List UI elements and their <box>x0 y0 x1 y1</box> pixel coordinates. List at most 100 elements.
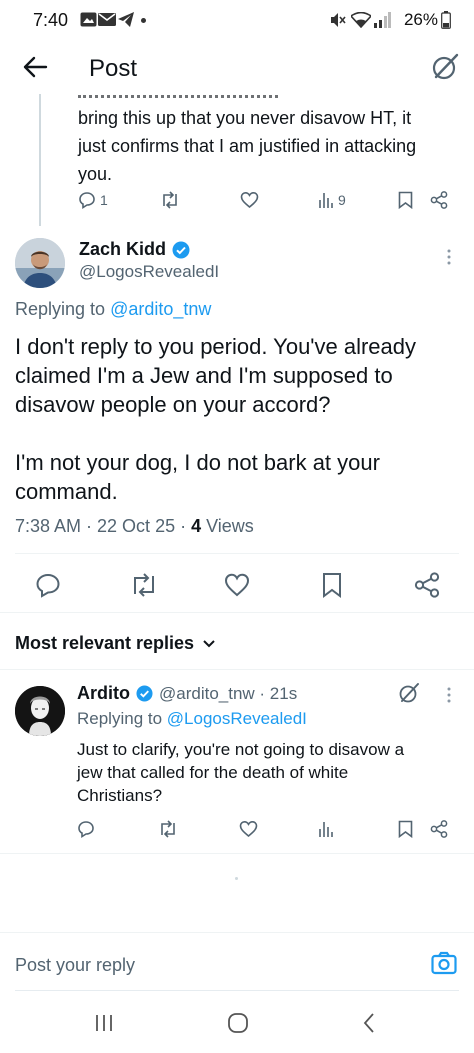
camera-icon[interactable] <box>431 951 457 975</box>
bookmark-icon <box>398 191 413 209</box>
replying-to-handle-link[interactable]: @ardito_tnw <box>110 299 211 319</box>
reply-line: Just to clarify, you're not going to dis… <box>77 740 405 759</box>
share-icon <box>430 820 448 838</box>
status-time: 7:40 <box>33 10 69 30</box>
chevron-down-icon <box>203 639 215 647</box>
grok-icon[interactable] <box>398 682 420 704</box>
main-post-actions <box>0 565 474 605</box>
replying-to-label: Replying to <box>77 709 167 728</box>
grok-icon[interactable] <box>430 52 460 82</box>
home-icon[interactable] <box>227 1012 249 1034</box>
verified-badge-icon <box>172 241 190 258</box>
reply-icon <box>78 821 94 838</box>
previous-post-line: bring this up that you never disavow HT,… <box>78 108 412 128</box>
reply-icon <box>79 192 95 209</box>
reply-replying-to-line: Replying to @LogosRevealedI <box>77 709 307 729</box>
share-button[interactable] <box>430 820 448 838</box>
share-button[interactable] <box>430 191 448 209</box>
reply-author-name[interactable]: Ardito <box>77 683 130 704</box>
gallery-notification-icon <box>80 12 97 27</box>
reply-button[interactable] <box>77 820 95 838</box>
replies-sort-dropdown[interactable]: Most relevant replies <box>15 633 216 654</box>
reply-count: 1 <box>100 192 108 208</box>
main-post-line: I don't reply to you period. You've alre… <box>15 334 417 359</box>
reply-author-row[interactable]: Ardito @ardito_tnw · 21s <box>77 683 297 704</box>
views-icon <box>319 822 333 837</box>
telegram-notification-icon <box>118 12 134 27</box>
verified-badge-icon <box>136 685 153 702</box>
post-views-count: 4 <box>191 516 202 536</box>
main-post-line: command. <box>15 479 118 504</box>
bookmark-button[interactable] <box>322 572 342 598</box>
bookmark-button[interactable] <box>398 820 413 838</box>
main-post-text: I don't reply to you period. You've alre… <box>15 332 460 506</box>
share-button[interactable] <box>414 572 440 598</box>
previous-post-line: you. <box>78 164 113 184</box>
post-timestamp: 7:38 AM · 22 Oct 25 · <box>15 516 192 536</box>
main-post-line: I'm not your dog, I do not bark at your <box>15 450 380 475</box>
like-button[interactable] <box>239 820 258 838</box>
views-count: 9 <box>338 192 346 208</box>
author-handle[interactable]: @LogosRevealedI <box>79 262 219 282</box>
repost-icon <box>161 820 175 838</box>
repost-button[interactable] <box>158 820 178 838</box>
clipped-text-fragment <box>78 92 318 100</box>
replies-sort-label: Most relevant replies <box>15 633 195 653</box>
share-icon <box>430 191 448 209</box>
main-post-blank-line <box>15 419 460 448</box>
reply-author-handle[interactable]: @ardito_tnw · 21s <box>159 684 297 704</box>
repost-button[interactable] <box>160 191 180 209</box>
previous-post-actions: 1 9 <box>0 188 474 218</box>
previous-post-text: bring this up that you never disavow HT,… <box>78 104 458 188</box>
mail-notification-icon <box>98 13 116 26</box>
reply-icon <box>36 573 60 598</box>
heart-icon <box>224 573 250 597</box>
main-post-line: disavow people on your accord? <box>15 392 331 417</box>
heart-icon <box>239 820 258 838</box>
system-back-icon[interactable] <box>362 1012 376 1034</box>
divider <box>0 669 474 670</box>
wifi-icon <box>351 12 371 28</box>
reply-actions <box>0 816 474 846</box>
bookmark-icon <box>398 820 413 838</box>
reply-button[interactable] <box>35 572 61 598</box>
battery-percentage: 26% <box>403 10 438 29</box>
divider <box>0 853 474 854</box>
reply-line: Christians? <box>77 786 163 805</box>
views-button[interactable]: 9 <box>318 191 346 209</box>
replying-to-handle-link[interactable]: @LogosRevealedI <box>167 709 307 728</box>
author-name-row[interactable]: Zach Kidd <box>79 239 190 260</box>
battery-icon <box>441 11 451 29</box>
more-options-icon[interactable] <box>446 686 452 704</box>
author-name[interactable]: Zach Kidd <box>79 239 166 260</box>
signal-icon <box>373 12 391 28</box>
zach-kidd-avatar[interactable] <box>15 238 65 288</box>
replying-to-line: Replying to @ardito_tnw <box>15 299 211 320</box>
reply-text: Just to clarify, you're not going to dis… <box>77 738 462 807</box>
post-meta: 7:38 AM · 22 Oct 25 · 4 Views <box>15 516 254 537</box>
mute-icon <box>329 12 346 28</box>
like-button[interactable] <box>240 191 259 209</box>
bookmark-button[interactable] <box>398 191 413 209</box>
system-navigation-bar <box>0 1000 474 1053</box>
repost-button[interactable] <box>130 572 158 598</box>
repost-icon <box>163 191 177 209</box>
views-button[interactable] <box>318 820 334 838</box>
like-button[interactable] <box>224 572 250 598</box>
previous-post-line: just confirms that I am justified in att… <box>78 136 417 156</box>
compose-reply-bar: Post your reply <box>0 932 474 992</box>
compose-reply-input[interactable]: Post your reply <box>15 955 135 976</box>
reply-button[interactable]: 1 <box>78 191 108 209</box>
loading-indicator-dot <box>235 877 238 880</box>
heart-icon <box>240 191 259 209</box>
more-options-icon[interactable] <box>446 248 452 266</box>
divider <box>0 612 474 613</box>
more-notifications-dot-icon <box>141 18 146 23</box>
views-icon <box>319 193 333 208</box>
main-post-line: claimed I'm a Jew and I'm supposed to <box>15 363 393 388</box>
ardito-avatar[interactable] <box>15 686 65 736</box>
back-arrow-icon[interactable] <box>22 54 48 80</box>
recent-apps-icon[interactable] <box>94 1013 114 1033</box>
divider <box>15 553 459 554</box>
post-views-label: Views <box>201 516 254 536</box>
